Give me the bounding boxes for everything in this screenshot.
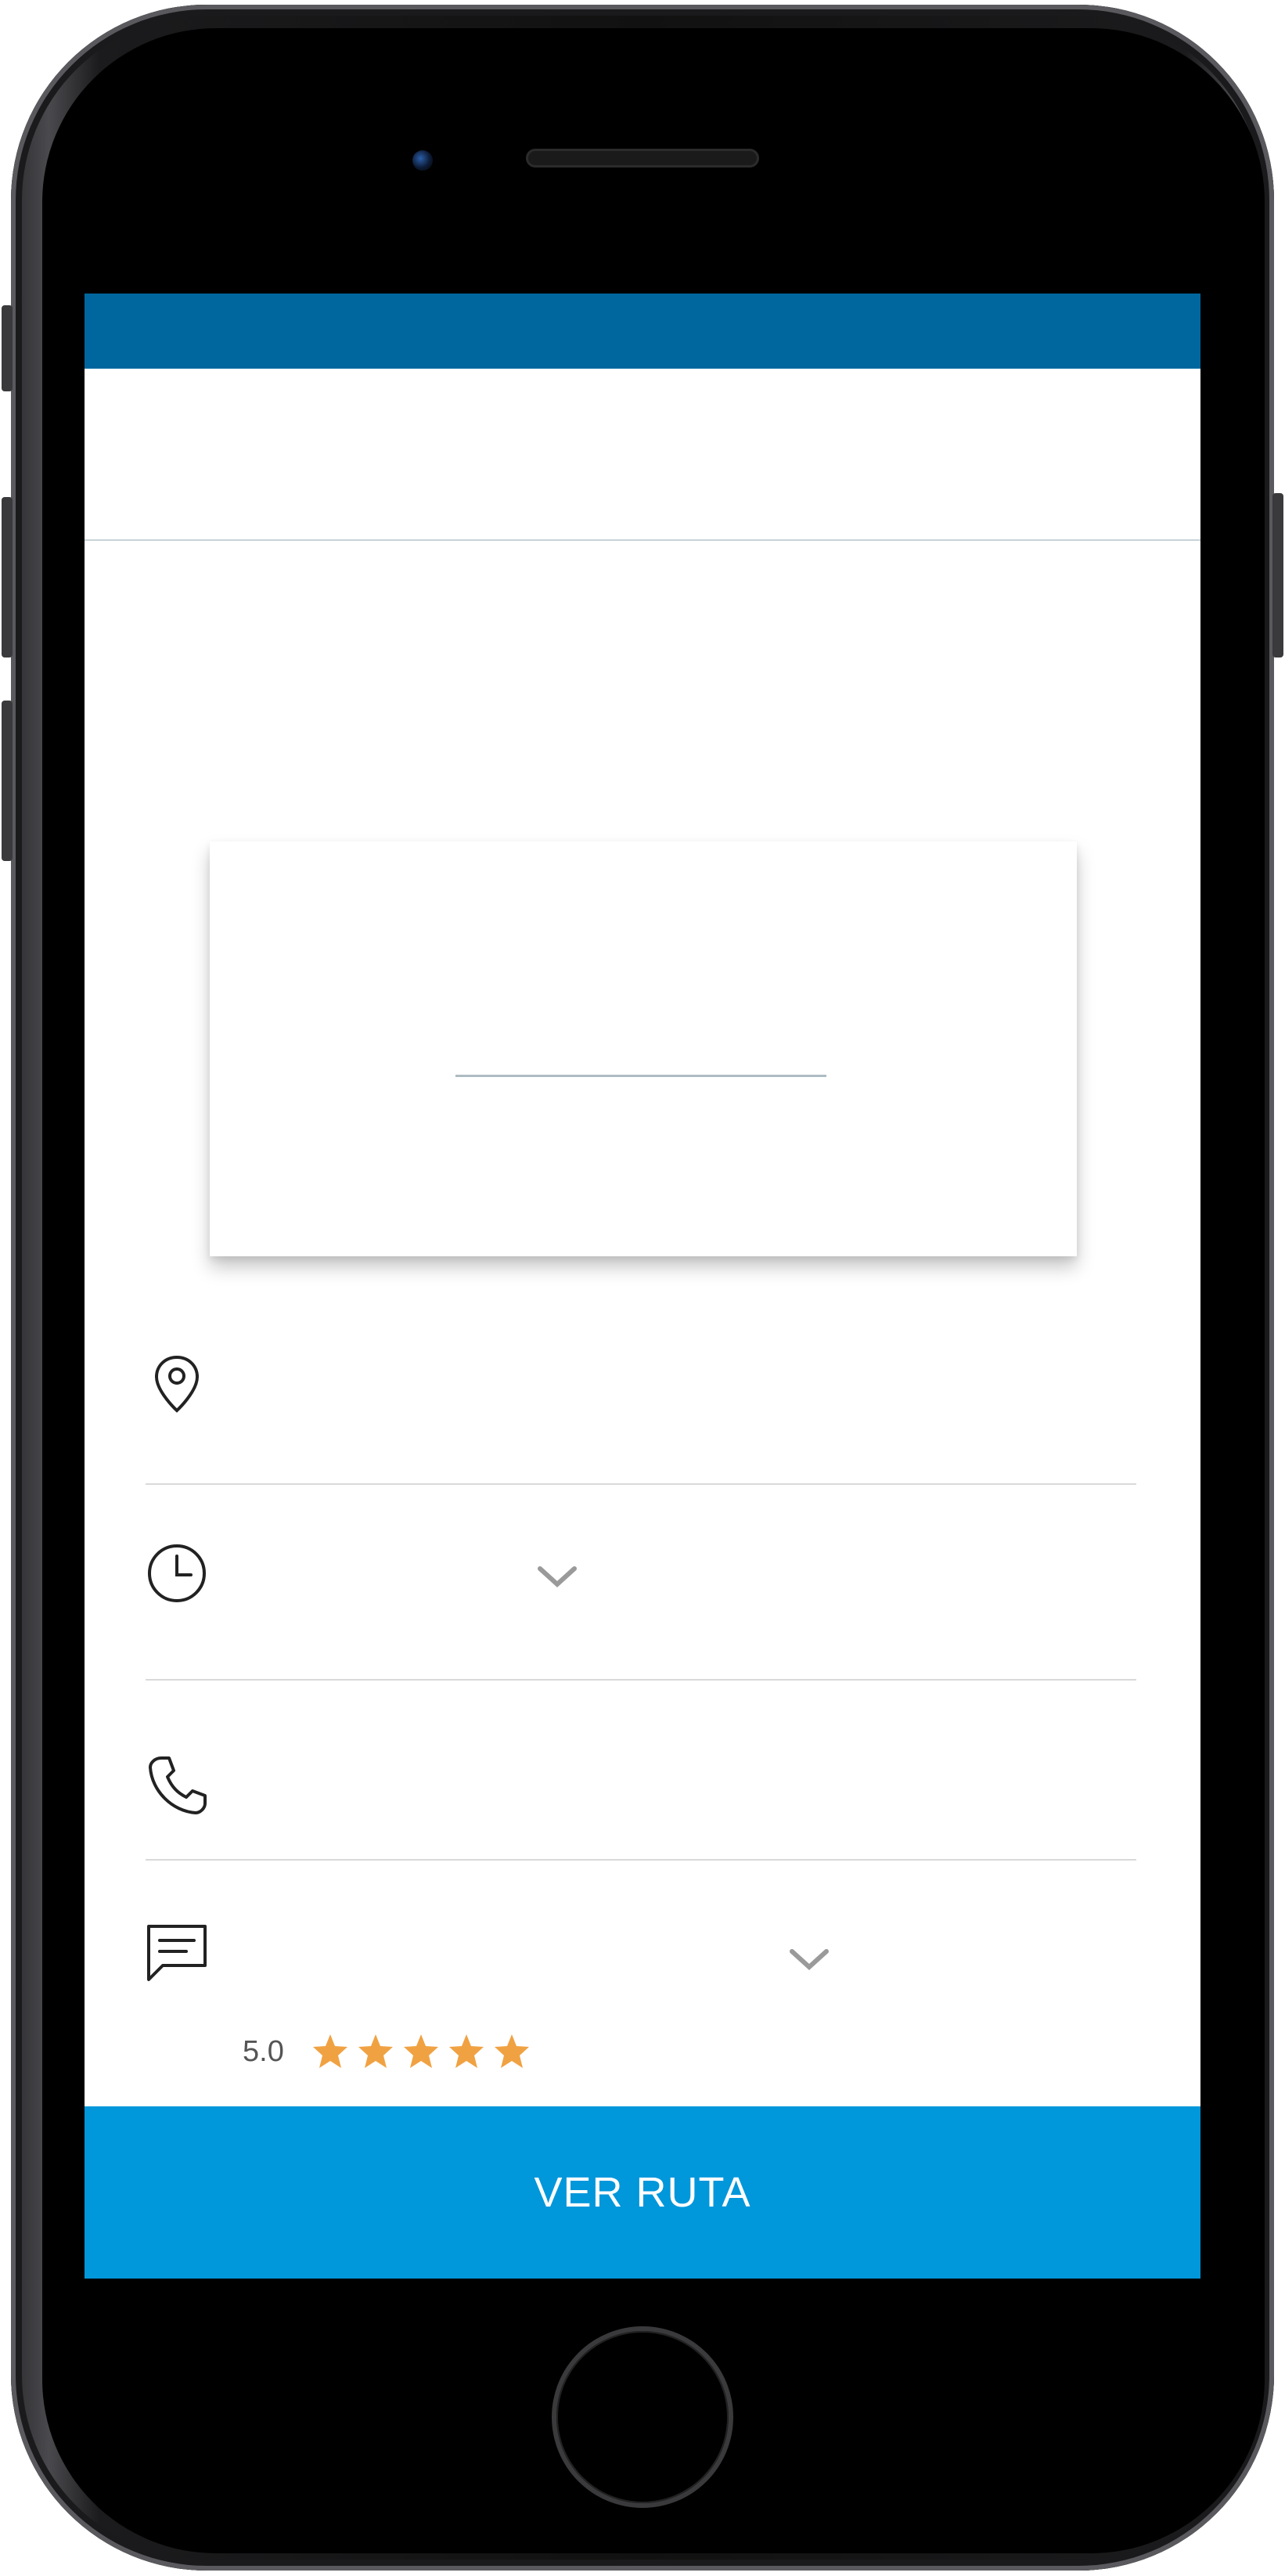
star-icon bbox=[358, 2034, 393, 2068]
route-button[interactable]: VER RUTA bbox=[85, 2106, 1200, 2279]
star-icon bbox=[312, 2034, 347, 2068]
app-bar bbox=[85, 369, 1200, 541]
front-camera bbox=[412, 150, 433, 171]
reviews-row[interactable] bbox=[146, 1922, 1136, 2016]
location-row[interactable] bbox=[146, 1346, 1136, 1456]
phone-icon bbox=[149, 1756, 207, 1814]
row-divider bbox=[146, 1679, 1136, 1681]
star-icon bbox=[448, 2034, 484, 2068]
location-pin-icon bbox=[154, 1355, 200, 1413]
route-button-label: VER RUTA bbox=[534, 2169, 751, 2216]
card-divider bbox=[455, 1075, 826, 1077]
rating-stars bbox=[311, 2032, 538, 2071]
phone-row[interactable] bbox=[146, 1753, 1136, 1863]
device-mockup: 5.0 VER RUTA bbox=[0, 0, 1285, 2576]
chevron-down-icon[interactable] bbox=[535, 1562, 579, 1591]
mute-switch bbox=[2, 305, 13, 391]
chevron-down-icon[interactable] bbox=[787, 1945, 831, 1973]
app-screen: 5.0 VER RUTA bbox=[85, 294, 1200, 2279]
row-divider bbox=[146, 1859, 1136, 1861]
star-icon bbox=[403, 2034, 438, 2068]
volume-down-button bbox=[2, 701, 13, 861]
rating-value: 5.0 bbox=[243, 2035, 284, 2068]
power-button bbox=[1272, 493, 1283, 658]
hours-row[interactable] bbox=[146, 1542, 1136, 1652]
star-icon bbox=[494, 2034, 529, 2068]
status-bar bbox=[85, 294, 1200, 369]
rating: 5.0 bbox=[243, 2030, 538, 2073]
clock-icon bbox=[148, 1544, 206, 1602]
home-button[interactable] bbox=[556, 2331, 729, 2503]
place-info-card bbox=[210, 841, 1077, 1256]
row-divider bbox=[146, 1483, 1136, 1485]
chat-bubble-icon bbox=[147, 1925, 207, 1981]
earpiece-speaker bbox=[526, 149, 759, 168]
volume-up-button bbox=[2, 497, 13, 658]
